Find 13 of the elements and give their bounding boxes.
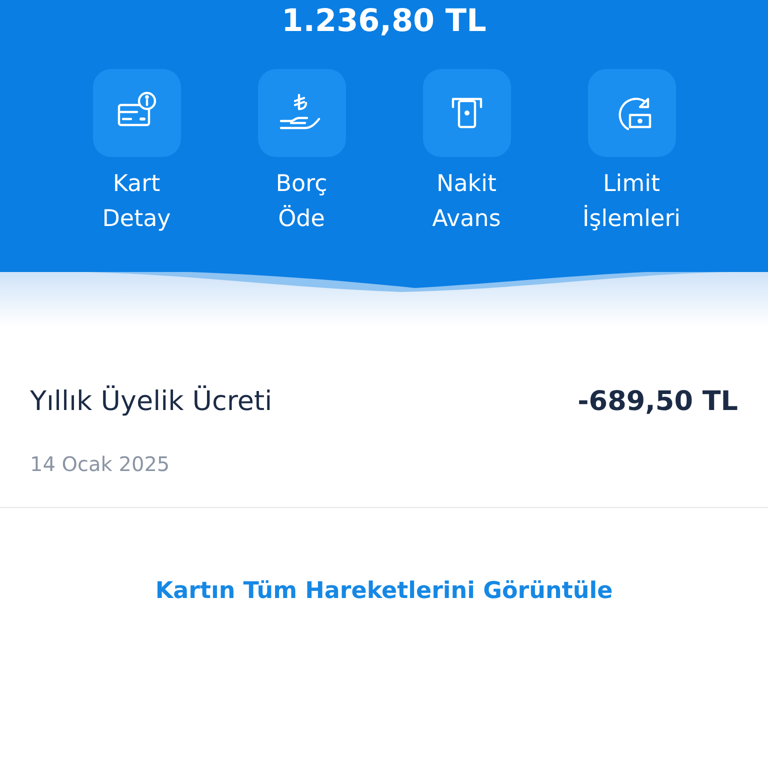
- view-all-link[interactable]: Kartın Tüm Hareketlerini Görüntüle: [155, 574, 613, 608]
- action-button[interactable]: [258, 69, 346, 157]
- balance-amount: 1.236,80 TL: [282, 6, 486, 37]
- action-label: Borç Öde: [274, 170, 328, 234]
- action-label: Kart Detay: [101, 170, 172, 234]
- action-button[interactable]: [92, 69, 180, 157]
- action-label: Limit İşlemleri: [581, 170, 682, 234]
- transaction-date: 14 Ocak 2025: [30, 450, 171, 478]
- action-label: Nakit Avans: [431, 170, 502, 234]
- transaction-amount: -689,50 TL: [578, 385, 738, 419]
- action-button[interactable]: [588, 69, 676, 157]
- action-button[interactable]: [422, 69, 510, 157]
- transaction-title: Yıllık Üyelik Ücreti: [30, 384, 272, 419]
